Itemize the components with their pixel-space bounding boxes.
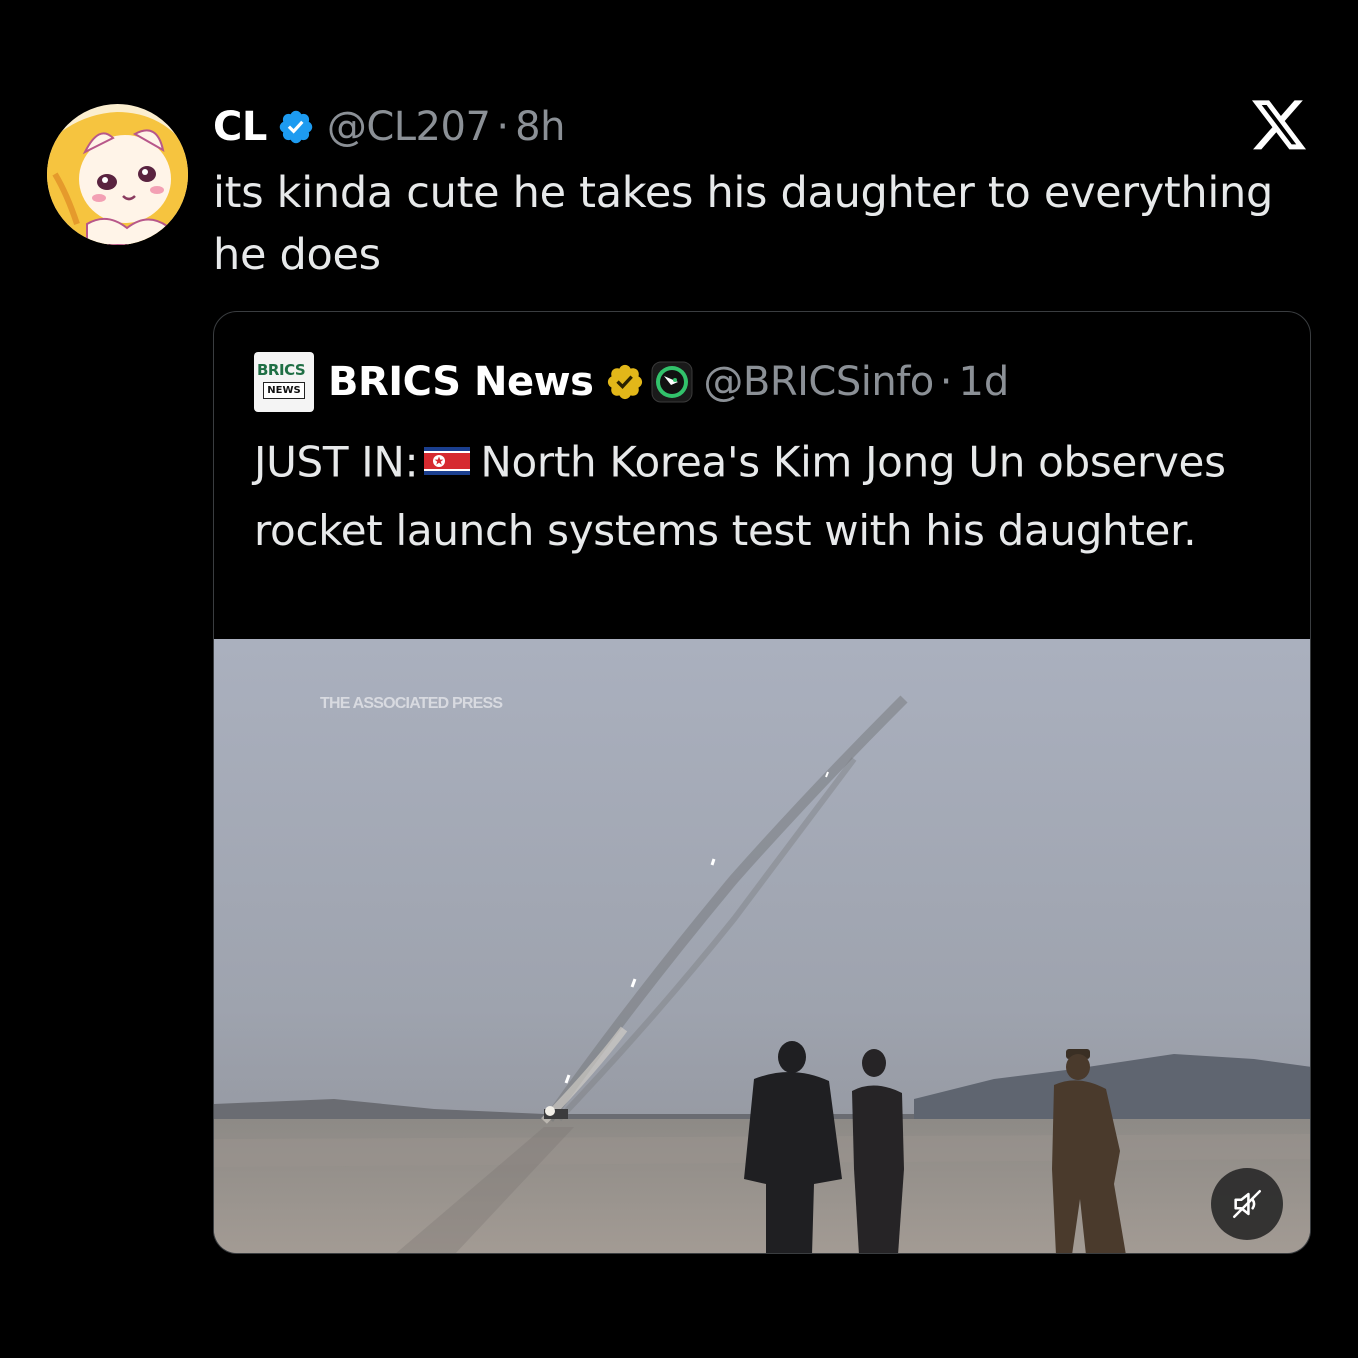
quoted-tweet-card[interactable]: BRICS NEWS BRICS News @BRICSinfo · 1d JU…: [213, 311, 1311, 1254]
author-handle[interactable]: @CL207: [327, 104, 491, 150]
verified-badge-icon: [277, 108, 315, 146]
quoted-header-separator: ·: [939, 359, 953, 405]
quoted-tweet-text: JUST IN: North Korea's Kim Jong Un obser…: [254, 430, 1274, 562]
author-display-name[interactable]: CL: [213, 104, 267, 150]
quoted-tweet-timestamp[interactable]: 1d: [958, 359, 1009, 405]
tweet-header: CL @CL207 · 8h: [213, 100, 565, 154]
north-korea-flag-icon: [424, 430, 471, 492]
quoted-tweet-header: BRICS NEWS BRICS News @BRICSinfo · 1d: [254, 352, 1009, 412]
anime-cat-avatar-icon: [47, 104, 188, 245]
tweet-text: its kinda cute he takes his daughter to …: [213, 168, 1273, 280]
screenshot-frame: CL @CL207 · 8h its kinda cute he takes h…: [0, 0, 1358, 1358]
x-logo-icon: [1252, 100, 1308, 152]
quoted-author-display-name[interactable]: BRICS News: [328, 359, 594, 405]
quoted-text-prefix: JUST IN:: [254, 437, 419, 487]
speaker-muted-icon: [1232, 1189, 1262, 1219]
author-avatar[interactable]: [47, 104, 188, 245]
affiliate-badge-icon: [651, 361, 693, 403]
quoted-author-handle[interactable]: @BRICSinfo: [703, 359, 934, 405]
avatar-logo-subtext: NEWS: [263, 382, 305, 399]
verified-badge-gold-icon: [605, 362, 645, 402]
video-watermark: THE ASSOCIATED PRESS: [320, 695, 503, 712]
unmute-button[interactable]: [1211, 1168, 1283, 1240]
quoted-author-avatar[interactable]: BRICS NEWS: [254, 352, 314, 412]
header-separator: ·: [496, 104, 510, 150]
rocket-launch-video-frame: [214, 639, 1310, 1253]
quoted-tweet-video[interactable]: THE ASSOCIATED PRESS: [214, 639, 1310, 1253]
avatar-logo-text: BRICS: [257, 361, 306, 379]
tweet-timestamp[interactable]: 8h: [515, 104, 565, 150]
